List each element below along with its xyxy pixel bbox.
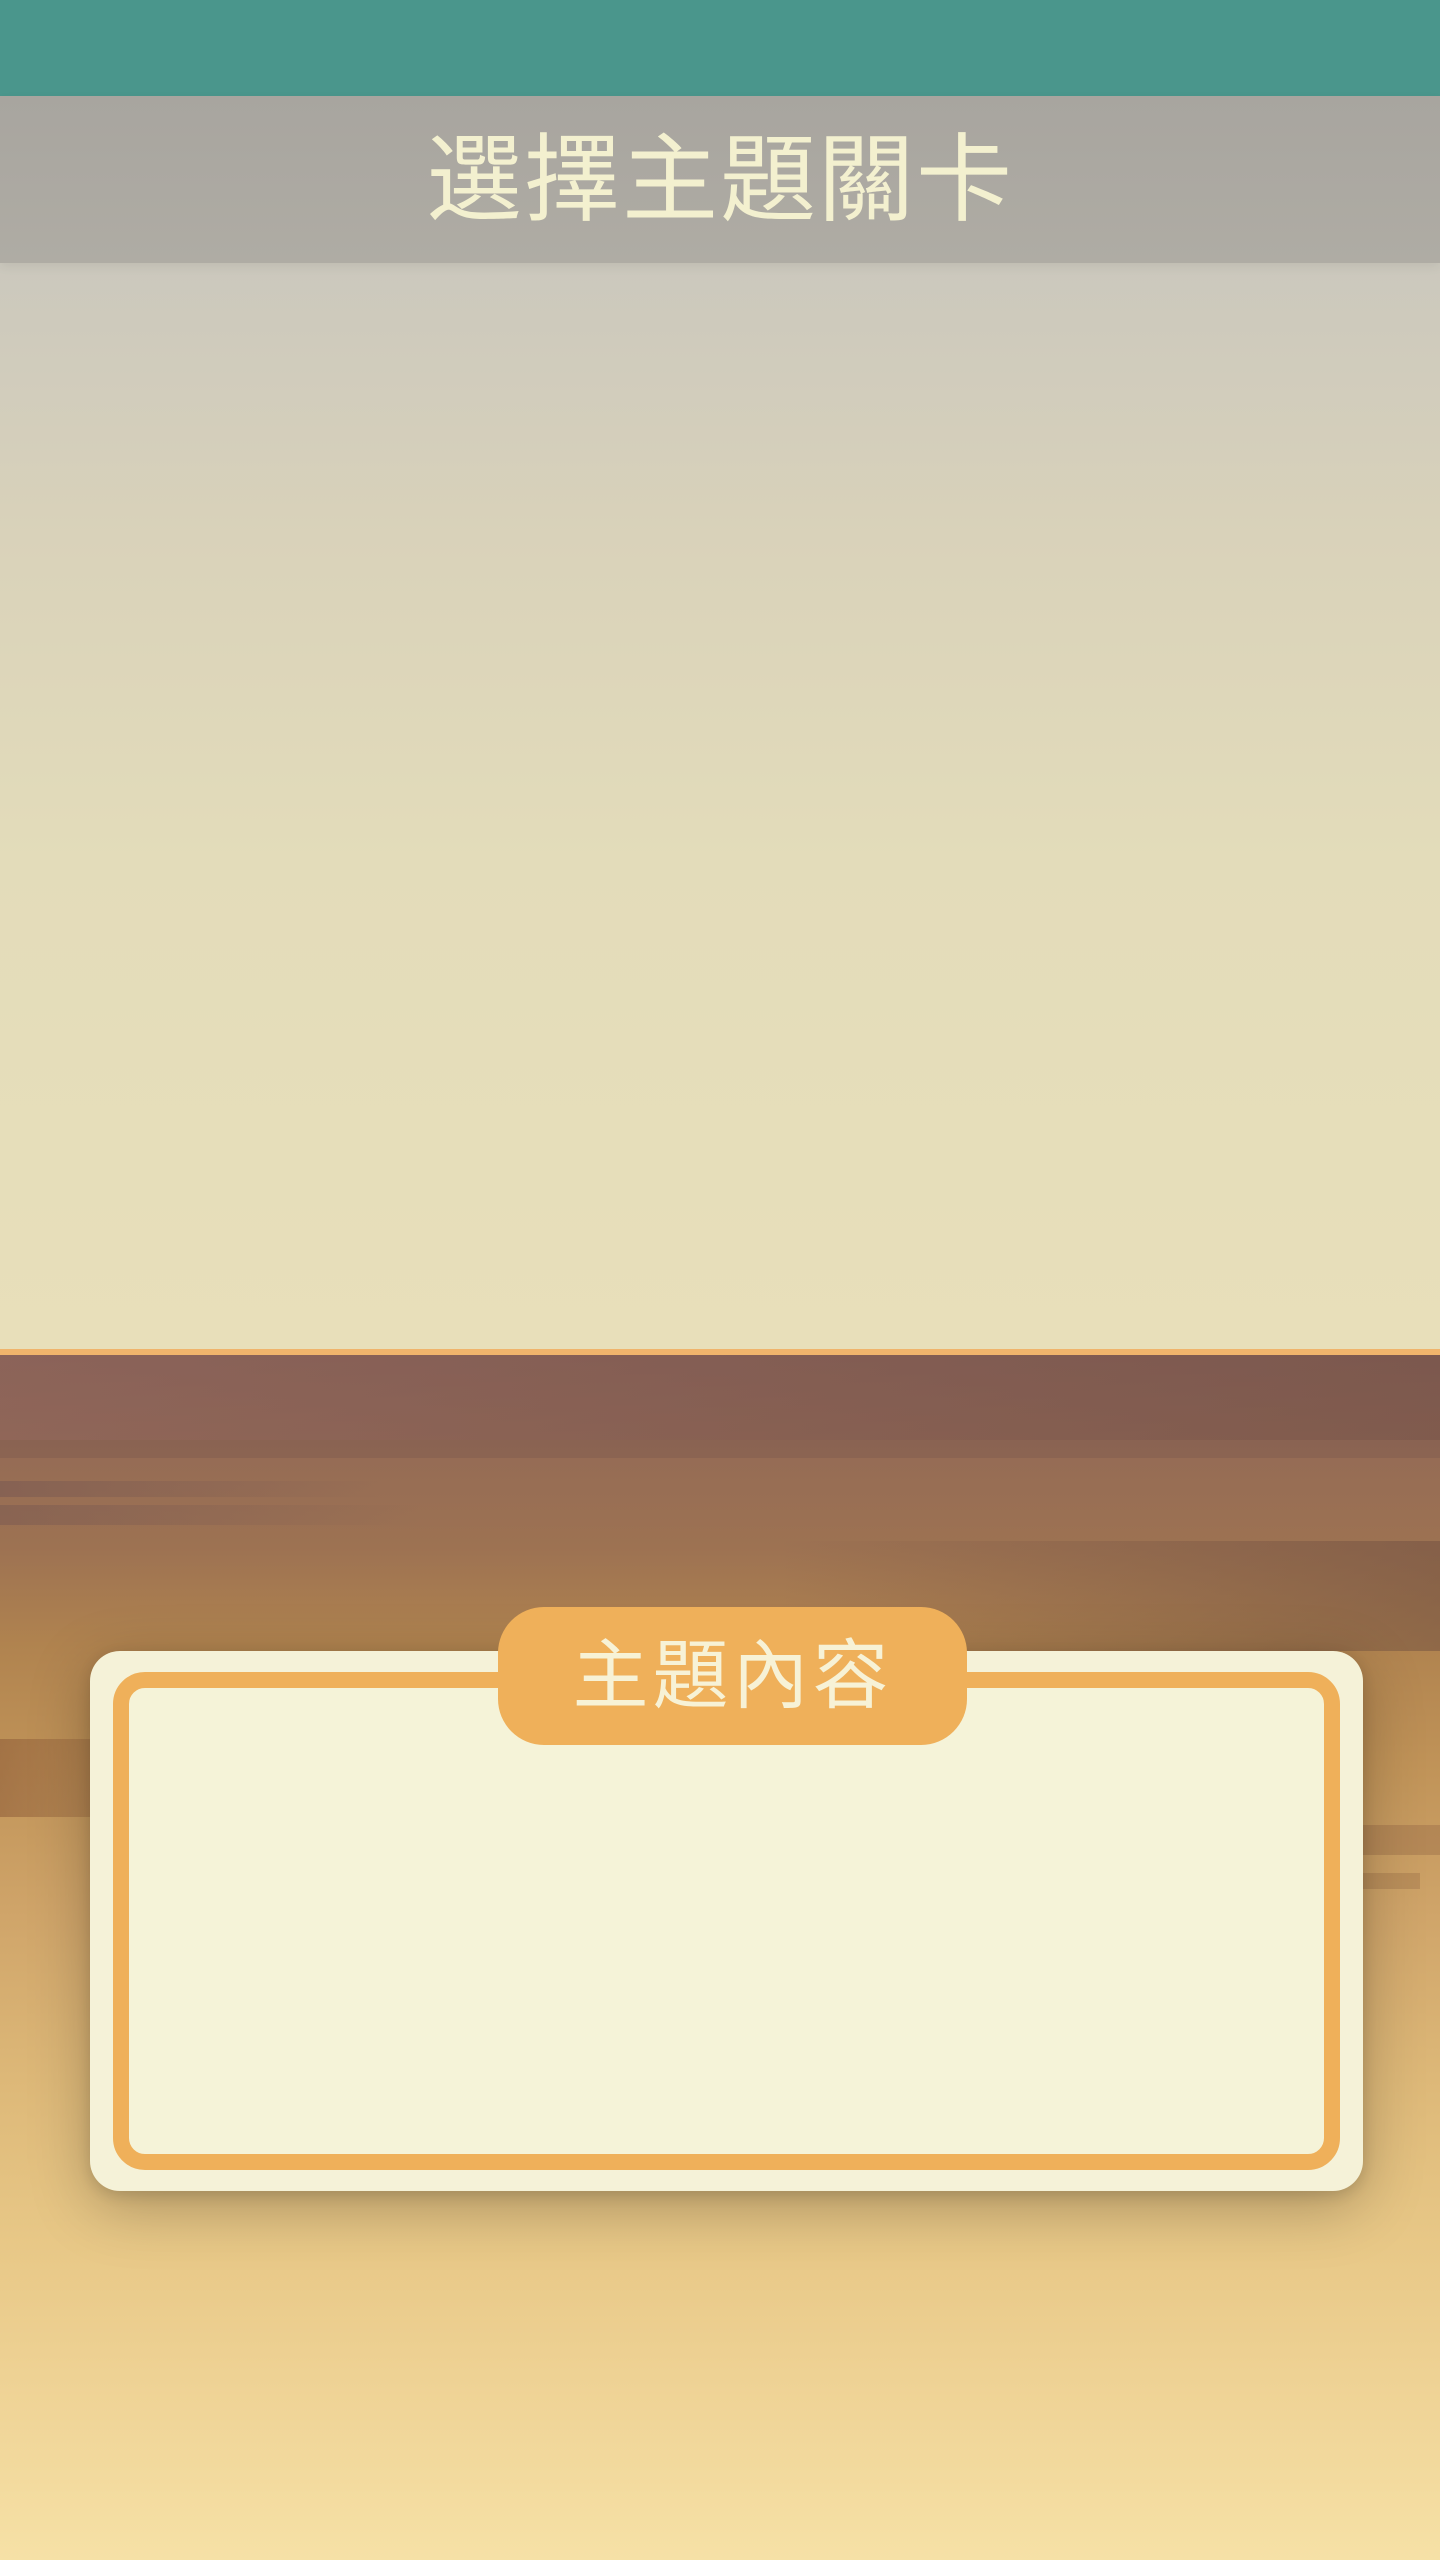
page-title: 選擇主題關卡 — [426, 123, 1014, 236]
header-bar: 選擇主題關卡 — [0, 96, 1440, 263]
theme-content-tab-label: 主題內容 — [572, 1631, 893, 1720]
landscape-stripe — [0, 1505, 420, 1525]
status-bar — [0, 0, 1440, 96]
theme-content-box[interactable] — [113, 1672, 1340, 2170]
landscape-stripe — [0, 1355, 1440, 1440]
horizon-divider — [0, 1349, 1440, 1355]
landscape-stripe — [0, 1440, 1440, 1458]
landscape-stripe — [0, 1481, 380, 1497]
theme-preview-area[interactable] — [0, 263, 1440, 1351]
theme-content-tab: 主題內容 — [498, 1607, 967, 1745]
